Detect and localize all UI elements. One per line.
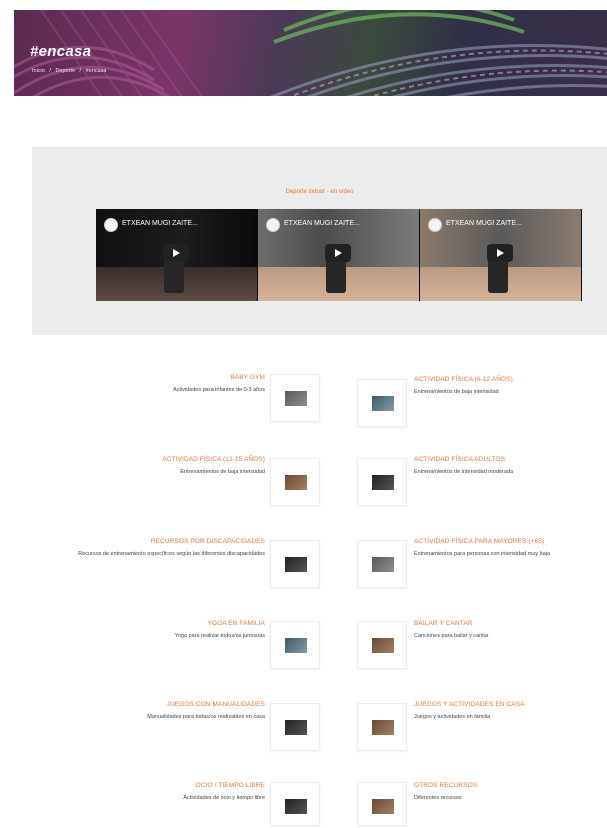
channel-avatar (428, 218, 442, 232)
video-list: ETXEAN MUGI ZAITE... ETXEAN MUGI ZAITE..… (96, 209, 582, 301)
header-banner: #encasa Inicio / Deporte / #encasa (14, 10, 607, 96)
category-mayores[interactable]: ACTIVIDAD FÍSICA PARA MAYORES (+65) Entr… (414, 538, 607, 558)
category-description: Recursos de entrenamiento específicos se… (78, 551, 265, 557)
category-image[interactable] (357, 458, 407, 506)
category-title[interactable]: BABY GYM (60, 374, 265, 381)
category-title[interactable]: BAILAR Y CANTAR (414, 620, 607, 627)
play-icon[interactable] (325, 244, 351, 262)
video-section: Deporte indoor - en vídeo ETXEAN MUGI ZA… (32, 147, 607, 335)
category-description: Actividades de ocio y tiempo libre (183, 795, 265, 801)
breadcrumb-home-link[interactable]: Inicio (32, 68, 45, 74)
category-image[interactable] (270, 703, 320, 751)
category-title[interactable]: OCIO / TIEMPO LIBRE (60, 782, 265, 789)
category-description: Entrenamientos de baja intensidad (414, 389, 499, 395)
category-thumbnail (372, 799, 394, 814)
category-title[interactable]: JUEGOS Y ACTIVIDADES EN CASA (414, 701, 607, 708)
breadcrumb-separator: / (79, 68, 82, 74)
category-description: Manualidades para todas/os realizables e… (147, 714, 265, 720)
category-thumbnail (285, 391, 307, 406)
category-image[interactable] (270, 621, 320, 669)
category-thumbnail (285, 720, 307, 735)
category-thumbnail (372, 557, 394, 572)
category-adultos[interactable]: ACTIVIDAD FÍSICA ADULTOS Entrenamientos … (414, 456, 607, 476)
category-thumbnail (372, 475, 394, 490)
category-thumbnail (285, 638, 307, 653)
category-juegos-casa[interactable]: JUEGOS Y ACTIVIDADES EN CASA Juegos y ac… (414, 701, 607, 721)
category-description: Entrenamientos de baja intensidad (180, 469, 265, 475)
video-title: ETXEAN MUGI ZAITE... (122, 220, 198, 227)
category-image[interactable] (357, 782, 407, 826)
breadcrumb-separator: / (49, 68, 51, 74)
category-description: Canciones para bailar y cantar (414, 633, 489, 639)
breadcrumb: Inicio / Deporte / #encasa (32, 68, 109, 74)
banner-pattern (14, 10, 607, 96)
breadcrumb-deporte-link[interactable]: Deporte (55, 68, 75, 74)
category-title[interactable]: OTROS RECURSOS (414, 782, 607, 789)
category-thumbnail (372, 396, 394, 411)
page-title: #encasa (30, 43, 92, 60)
category-description: Entrenamientos de intensidad moderada (414, 469, 514, 475)
category-title[interactable]: ACTIVIDAD FÍSICA PARA MAYORES (+65) (414, 538, 607, 545)
category-thumbnail (285, 475, 307, 490)
category-image[interactable] (357, 540, 407, 588)
category-image[interactable] (357, 621, 407, 669)
category-baby-gym[interactable]: BABY GYM Actividades para infantes de 0-… (60, 374, 265, 394)
video-thumbnail[interactable]: ETXEAN MUGI ZAITE... (258, 209, 420, 301)
channel-avatar (104, 218, 118, 232)
category-description: Actividades para infantes de 0-3 años (172, 387, 265, 393)
category-manualidades[interactable]: JUEGOS CON MANUALIDADES Manualidades par… (60, 701, 265, 721)
category-actividad-12-15[interactable]: ACTIVIDAD FÍSICA (12-15 años) Entrenamie… (60, 456, 265, 476)
video-thumbnail[interactable]: ETXEAN MUGI ZAITE... (96, 209, 258, 301)
category-title[interactable]: ACTIVIDAD FÍSICA ADULTOS (414, 456, 607, 463)
channel-avatar (266, 218, 280, 232)
category-title[interactable]: ACTIVIDAD FÍSICA (12-15 años) (60, 456, 265, 463)
video-title: ETXEAN MUGI ZAITE... (446, 220, 522, 227)
category-title[interactable]: YOGA EN FAMILIA (60, 620, 265, 627)
category-description: Juegos y actividades en familia (414, 714, 491, 720)
category-image[interactable] (270, 540, 320, 588)
breadcrumb-current: #encasa (85, 68, 107, 74)
video-section-title: Deporte indoor - en vídeo (285, 189, 354, 195)
category-yoga-familia[interactable]: YOGA EN FAMILIA Yoga para realizar todos… (60, 620, 265, 640)
category-image[interactable] (270, 374, 320, 422)
play-icon[interactable] (163, 244, 189, 262)
category-bailar-cantar[interactable]: BAILAR Y CANTAR Canciones para bailar y … (414, 620, 607, 640)
category-ocio[interactable]: OCIO / TIEMPO LIBRE Actividades de ocio … (60, 782, 265, 802)
category-image[interactable] (270, 458, 320, 506)
category-description: Diferentes recursos (414, 795, 462, 801)
category-title[interactable]: ACTIVIDAD FÍSICA (6-12 años) (414, 376, 607, 383)
play-icon[interactable] (487, 244, 513, 262)
category-actividad-6-12[interactable]: ACTIVIDAD FÍSICA (6-12 años) Entrenamien… (414, 376, 607, 396)
category-discapacidades[interactable]: RECURSOS POR DISCAPACIDADES Recursos de … (60, 538, 265, 558)
category-description: Entrenamientos para personas con intensi… (414, 551, 551, 557)
category-otros-recursos[interactable]: OTROS RECURSOS Diferentes recursos (414, 782, 607, 802)
category-image[interactable] (270, 782, 320, 826)
category-thumbnail (372, 720, 394, 735)
video-title: ETXEAN MUGI ZAITE... (284, 220, 360, 227)
category-image[interactable] (357, 703, 407, 751)
category-thumbnail (285, 557, 307, 572)
category-thumbnail (285, 799, 307, 814)
category-image[interactable] (357, 379, 407, 427)
video-thumbnail[interactable]: ETXEAN MUGI ZAITE... (420, 209, 582, 301)
category-description: Yoga para realizar todos/as juntos/as (174, 633, 265, 639)
category-title[interactable]: RECURSOS POR DISCAPACIDADES (60, 538, 265, 545)
category-title[interactable]: JUEGOS CON MANUALIDADES (60, 701, 265, 708)
category-thumbnail (372, 638, 394, 653)
